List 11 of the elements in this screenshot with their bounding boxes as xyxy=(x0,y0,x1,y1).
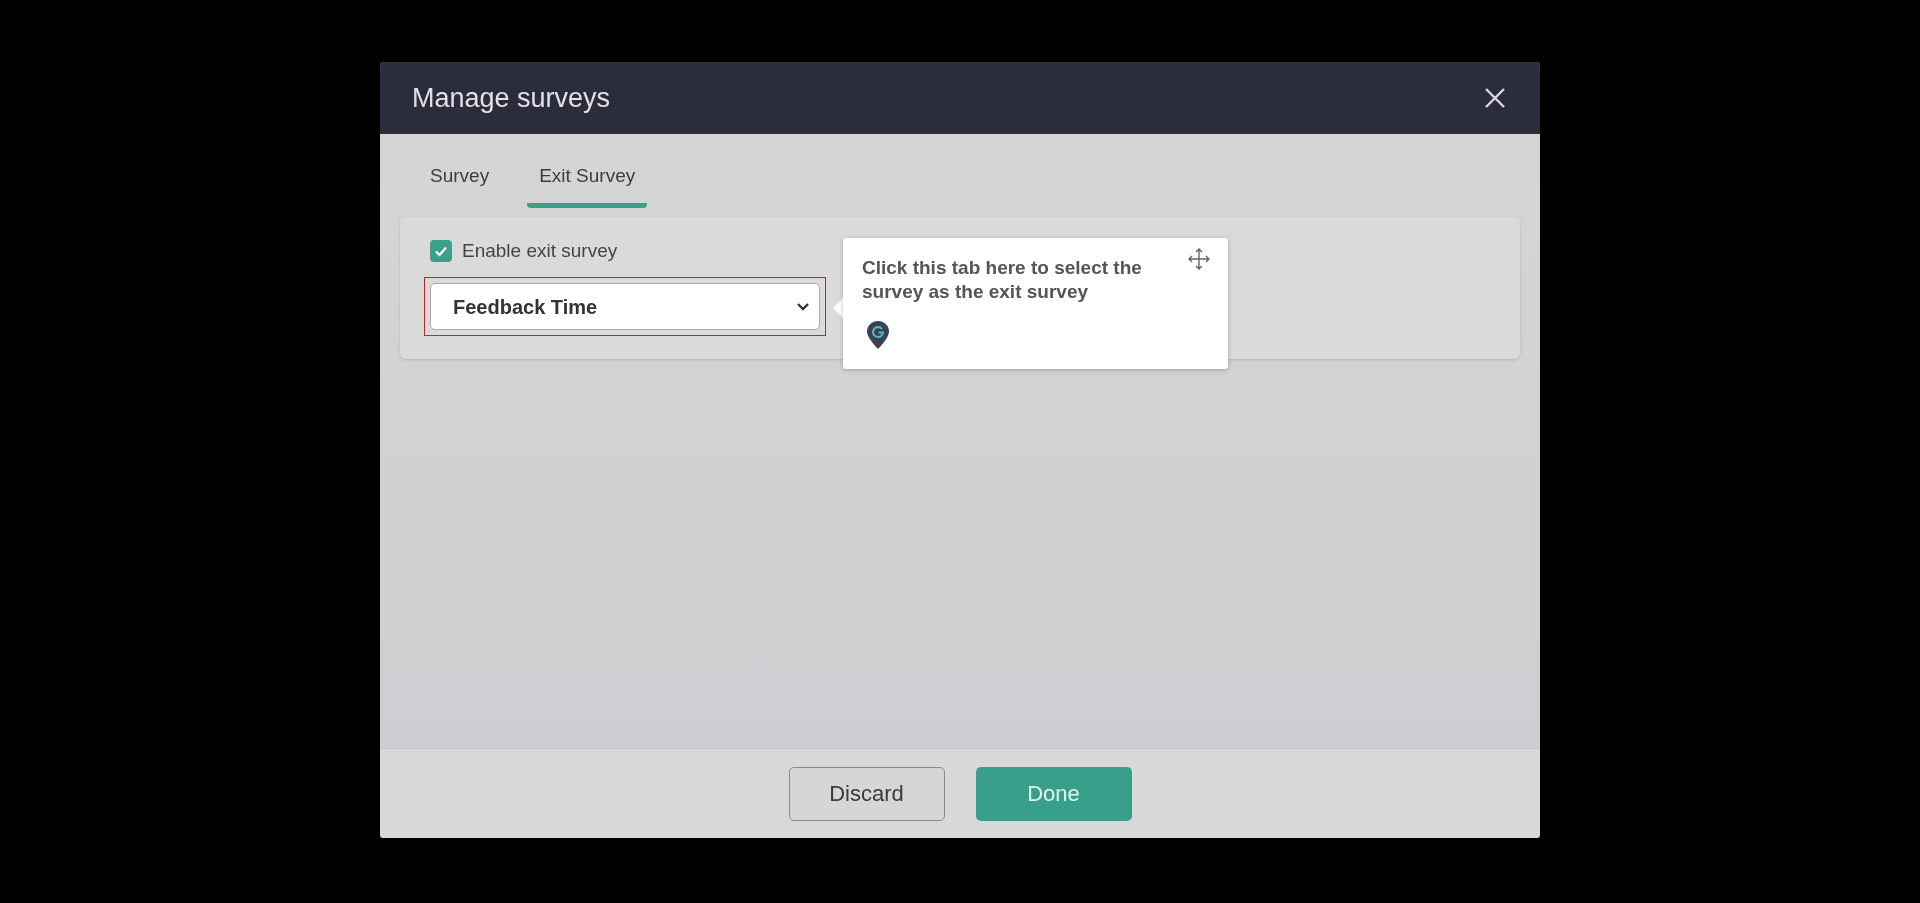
tab[interactable]: Exit Survey xyxy=(527,160,648,208)
tab[interactable]: Survey xyxy=(418,160,502,208)
checkbox-label: Enable exit survey xyxy=(462,238,618,263)
move-icon[interactable] xyxy=(1188,247,1210,270)
survey-select[interactable]: Feedback Time xyxy=(430,283,820,330)
chevron-down-icon xyxy=(795,300,811,313)
tooltip-text: Click this tab here to select the survey as the exit survey xyxy=(862,255,1143,304)
checkbox[interactable] xyxy=(430,239,452,262)
map-pin-icon xyxy=(866,319,890,350)
discard-button[interactable]: Discard xyxy=(788,766,945,821)
dialog-title: Manage surveys xyxy=(412,81,611,115)
